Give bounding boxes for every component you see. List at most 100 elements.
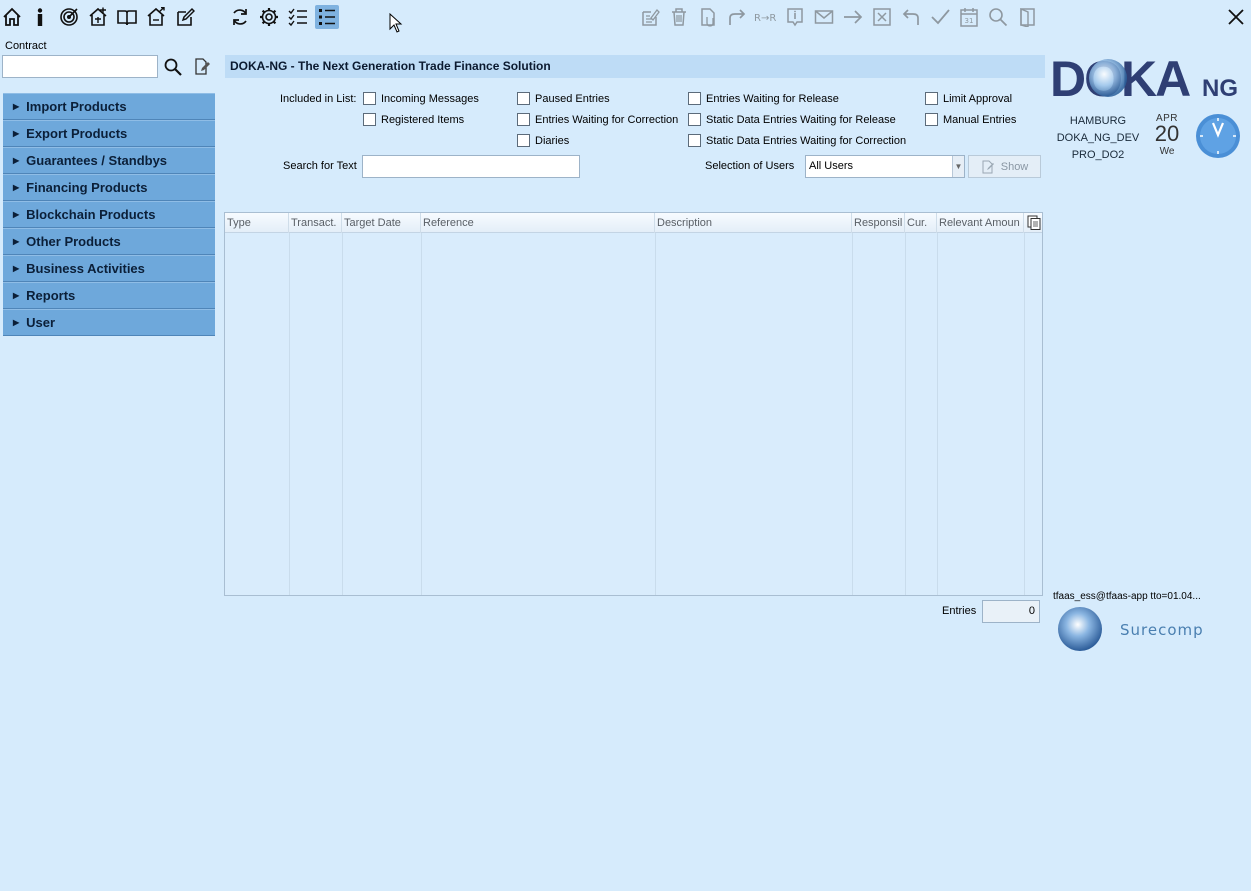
show-button[interactable]: Show [968, 155, 1041, 178]
delete-icon[interactable] [667, 5, 691, 29]
import-icon[interactable] [86, 5, 110, 29]
nav-item-blockchain-products[interactable]: ▶ Blockchain Products [3, 201, 215, 228]
checkbox-label-manual-entries: Manual Entries [943, 114, 1017, 126]
nav-item-user[interactable]: ▶ User [3, 309, 215, 336]
info-icon[interactable] [28, 5, 52, 29]
home-icon[interactable] [0, 5, 24, 29]
nav-item-reports[interactable]: ▶ Reports [3, 282, 215, 309]
column-header-target-date[interactable]: Target Date [342, 213, 421, 233]
expand-triangle-icon: ▶ [13, 129, 20, 138]
column-header-currency[interactable]: Cur. [905, 213, 937, 233]
entries-count: 0 [982, 600, 1040, 623]
annotate-icon[interactable] [638, 5, 662, 29]
nav-item-label: Reports [26, 288, 76, 303]
column-header-description[interactable]: Description [655, 213, 852, 233]
column-header-type[interactable]: Type [225, 213, 289, 233]
info-box-icon[interactable] [783, 5, 807, 29]
checkbox-label-paused-entries: Paused Entries [535, 93, 610, 105]
checkbox-registered-items[interactable] [363, 113, 376, 126]
close-icon[interactable] [1224, 5, 1248, 29]
column-header-responsible[interactable]: Responsil [852, 213, 905, 233]
entries-table: Type Transact. Target Date Reference Des… [224, 212, 1043, 596]
checkbox-entries-waiting-release[interactable] [688, 92, 701, 105]
logo-suffix: NG [1202, 75, 1238, 102]
column-header-reference[interactable]: Reference [421, 213, 655, 233]
checkbox-manual-entries[interactable] [925, 113, 938, 126]
target-icon[interactable] [57, 5, 81, 29]
nav-item-label: Guarantees / Standbys [26, 153, 168, 168]
contract-edit-icon[interactable] [193, 58, 211, 76]
table-header: Type Transact. Target Date Reference Des… [225, 213, 1042, 233]
checkbox-entries-waiting-correction[interactable] [517, 113, 530, 126]
cancel-box-icon[interactable] [870, 5, 894, 29]
show-button-label: Show [1000, 160, 1029, 173]
sidebar-nav: ▶ Import Products ▶ Export Products ▶ Guara… [3, 93, 215, 336]
undo-icon[interactable] [899, 5, 923, 29]
date-weekday: We [1159, 146, 1175, 157]
nav-item-label: Other Products [26, 234, 121, 249]
checkbox-label-limit-approval: Limit Approval [943, 93, 1013, 105]
page-title: DOKA-NG - The Next Generation Trade Fina… [225, 55, 1045, 78]
contract-input[interactable] [2, 55, 158, 78]
location-text: HAMBURG [1069, 115, 1127, 127]
forward-icon[interactable] [725, 5, 749, 29]
settings-icon[interactable] [257, 5, 281, 29]
mail-icon[interactable] [812, 5, 836, 29]
nav-item-guarantees-standbys[interactable]: ▶ Guarantees / Standbys [3, 147, 215, 174]
checkbox-static-data-waiting-release[interactable] [688, 113, 701, 126]
edit-icon[interactable] [173, 5, 197, 29]
arrow-right-icon[interactable] [841, 5, 865, 29]
user-info: tfaas_ess@tfaas-app tto=01.04... [1053, 591, 1201, 602]
nav-item-label: Blockchain Products [26, 207, 156, 222]
checkbox-incoming-messages[interactable] [363, 92, 376, 105]
expand-triangle-icon: ▶ [13, 318, 20, 327]
column-divider [289, 233, 290, 595]
refresh-icon[interactable] [228, 5, 252, 29]
list-icon[interactable] [315, 5, 339, 29]
column-header-transaction[interactable]: Transact. [289, 213, 342, 233]
expand-triangle-icon: ▶ [13, 102, 20, 111]
contract-search-icon[interactable] [163, 57, 183, 77]
expand-triangle-icon: ▶ [13, 183, 20, 192]
exit-door-icon[interactable] [1016, 5, 1040, 29]
checkbox-paused-entries[interactable] [517, 92, 530, 105]
entries-label: Entries [942, 605, 977, 617]
nav-item-business-activities[interactable]: ▶ Business Activities [3, 255, 215, 282]
checkbox-label-entries-waiting-correction: Entries Waiting for Correction [535, 114, 679, 126]
doka-ng-logo: DOKA NG [1050, 52, 1238, 102]
column-header-relevant-amount[interactable]: Relevant Amoun [937, 213, 1024, 233]
expand-triangle-icon: ▶ [13, 210, 20, 219]
search-text-input[interactable] [362, 155, 580, 178]
checkbox-static-data-waiting-correction[interactable] [688, 134, 701, 147]
column-divider [852, 233, 853, 595]
nav-item-label: Business Activities [26, 261, 145, 276]
logo-orb [1089, 59, 1127, 97]
checkbox-limit-approval[interactable] [925, 92, 938, 105]
book-icon[interactable] [115, 5, 139, 29]
check-icon[interactable] [928, 5, 952, 29]
magnify-icon[interactable] [986, 5, 1010, 29]
checkbox-label-incoming-messages: Incoming Messages [381, 93, 479, 105]
nav-item-other-products[interactable]: ▶ Other Products [3, 228, 215, 255]
nav-item-export-products[interactable]: ▶ Export Products [3, 120, 215, 147]
export-icon[interactable] [144, 5, 168, 29]
column-divider [937, 233, 938, 595]
nav-item-import-products[interactable]: ▶ Import Products [3, 93, 215, 120]
checklist-icon[interactable] [286, 5, 310, 29]
calendar-icon[interactable]: 31 [957, 5, 981, 29]
svg-text:R→R: R→R [754, 13, 776, 24]
users-select[interactable]: All Users ▼ [805, 155, 965, 178]
nav-item-financing-products[interactable]: ▶ Financing Products [3, 174, 215, 201]
dropdown-arrow-icon[interactable]: ▼ [952, 156, 964, 177]
copy-table-icon[interactable] [1027, 215, 1041, 230]
profile-text: PRO_DO2 [1071, 149, 1125, 161]
nav-item-label: Export Products [26, 126, 128, 141]
attach-icon[interactable] [696, 5, 720, 29]
checkbox-diaries[interactable] [517, 134, 530, 147]
checkbox-label-diaries: Diaries [535, 135, 570, 147]
replace-icon[interactable]: R→R [754, 5, 778, 29]
column-divider [421, 233, 422, 595]
expand-triangle-icon: ▶ [13, 264, 20, 273]
environment-text: DOKA_NG_DEV [1056, 132, 1140, 144]
clock-icon [1196, 114, 1240, 158]
